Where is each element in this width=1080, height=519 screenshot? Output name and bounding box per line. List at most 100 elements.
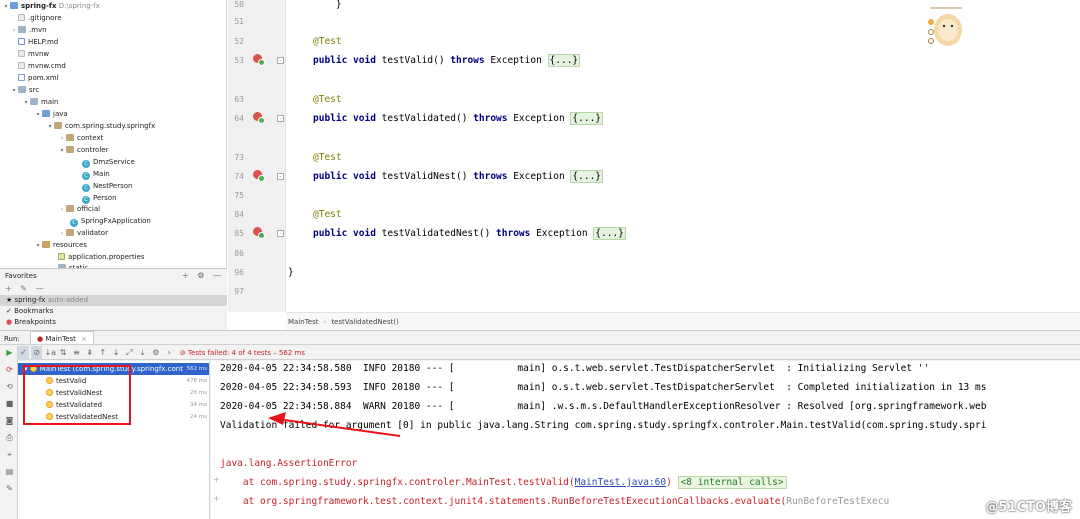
tree-item-validator[interactable]: › validator xyxy=(58,228,108,239)
expand-all-icon[interactable]: ≡ xyxy=(71,346,82,360)
tree-item-src[interactable]: ▾ src xyxy=(10,85,39,96)
show-ignored-icon[interactable]: ⊘ xyxy=(31,346,43,360)
tree-item-dmzservice[interactable]: C DmzService xyxy=(82,157,135,168)
run-test-icon[interactable] xyxy=(253,112,265,124)
breadcrumb-method[interactable]: testValidatedNest() xyxy=(331,318,399,326)
tree-item-mvnw[interactable]: mvnw xyxy=(18,49,49,60)
annotation: @Test xyxy=(313,94,342,105)
tree-item-help-md[interactable]: HELP.md xyxy=(18,37,58,48)
fold-marker-icon[interactable]: + xyxy=(213,494,220,503)
expand-arrow-icon[interactable]: ▾ xyxy=(10,85,18,96)
folder-icon xyxy=(30,98,38,105)
project-tree[interactable]: ▾ spring-fx D:\spring-fx .gitignore › .mvn… xyxy=(0,0,227,268)
tests-status: ⊘ Tests failed: 4 of 4 tests – 562 ms xyxy=(180,349,305,357)
tree-item-label: src xyxy=(29,86,40,94)
line-number: 63 xyxy=(234,95,244,104)
favorites-header-icons: ÷ ⚙ — xyxy=(182,271,221,280)
folded-block[interactable]: {...} xyxy=(570,112,604,125)
import-results-icon[interactable]: ⤓ xyxy=(137,346,148,360)
tree-item-main-class[interactable]: C Main xyxy=(82,169,110,180)
tree-item-resources[interactable]: ▾ resources xyxy=(34,240,87,251)
minimize-icon[interactable]: — xyxy=(213,271,221,280)
folded-block[interactable]: {...} xyxy=(593,227,626,240)
collapse-arrow-icon[interactable]: › xyxy=(10,25,18,36)
favorites-item-spring-fx[interactable]: ★ spring-fx auto-added xyxy=(0,295,227,306)
expand-arrow-icon[interactable]: ▾ xyxy=(2,1,10,12)
favorites-item-breakpoints[interactable]: ● Breakpoints xyxy=(0,317,227,328)
run-test-icon[interactable] xyxy=(253,170,265,182)
expand-arrow-icon[interactable]: ▾ xyxy=(58,145,66,156)
code-editor[interactable]: 50 51 52 53 - 63 64 - 73 74 75 - 84 85 -… xyxy=(228,0,1080,330)
tree-item-main[interactable]: ▾ main xyxy=(22,97,59,108)
split-icon[interactable]: ÷ xyxy=(182,271,189,280)
rerun-icon[interactable]: ▶ xyxy=(5,348,14,357)
source-link[interactable]: MainTest.java:60 xyxy=(575,477,667,488)
collapse-arrow-icon[interactable]: › xyxy=(58,133,66,144)
tree-item-label: context xyxy=(77,134,104,142)
tab-maintest[interactable]: ● MainTest × xyxy=(30,331,94,344)
layout-icon[interactable]: ▤ xyxy=(5,467,14,476)
folded-block[interactable]: {...} xyxy=(547,54,581,67)
tree-item-package[interactable]: ▾ com.spring.study.springfx xyxy=(46,121,155,132)
file-icon xyxy=(18,50,25,57)
expand-arrow-icon[interactable]: ▾ xyxy=(46,121,54,132)
fold-icon[interactable]: - xyxy=(277,230,284,237)
gear-icon[interactable]: ⚙ xyxy=(197,271,204,280)
fold-icon[interactable]: - xyxy=(277,115,284,122)
pin-icon[interactable]: ⌖ xyxy=(5,450,14,459)
tree-item-label: official xyxy=(77,205,101,213)
collapse-all-icon[interactable]: ⇟ xyxy=(84,346,95,360)
export-icon[interactable]: ⎙ xyxy=(5,433,14,442)
remove-icon[interactable]: — xyxy=(36,284,44,293)
edit-icon[interactable]: ✎ xyxy=(20,284,27,293)
pushpin-icon[interactable]: ✎ xyxy=(5,484,14,493)
close-icon[interactable]: × xyxy=(81,335,87,343)
tree-item-java[interactable]: ▾ java xyxy=(34,109,68,120)
sort-alpha-icon[interactable]: ↓a xyxy=(44,346,56,360)
tree-item-person[interactable]: C Person xyxy=(82,193,117,204)
package-icon xyxy=(66,205,74,212)
rerun-failed-icon[interactable]: ⟳ xyxy=(5,365,14,374)
tree-item-application-properties[interactable]: application.properties xyxy=(58,252,145,263)
sort-duration-icon[interactable]: ⇅ xyxy=(58,346,69,360)
tree-item-pom[interactable]: pom.xml xyxy=(18,73,59,84)
source-link[interactable]: RunBeforeTestExecu xyxy=(786,496,889,507)
previous-failed-icon[interactable]: ↑ xyxy=(97,346,108,360)
next-failed-icon[interactable]: ↓ xyxy=(111,346,122,360)
collapse-arrow-icon[interactable]: › xyxy=(58,204,66,215)
expand-arrow-icon[interactable]: ▾ xyxy=(22,97,30,108)
run-test-icon[interactable] xyxy=(253,227,265,239)
show-passed-icon[interactable]: ✓ xyxy=(18,346,29,360)
internal-calls-badge[interactable]: <8 internal calls> xyxy=(677,476,787,489)
arrow-icon[interactable]: › xyxy=(164,346,175,360)
code-line: @Test xyxy=(313,152,342,163)
tree-item-label: com.spring.study.springfx xyxy=(65,122,156,130)
settings-icon[interactable]: ⚙ xyxy=(150,346,161,360)
export-results-icon[interactable]: ⤢ xyxy=(124,346,135,360)
expand-arrow-icon[interactable]: ▾ xyxy=(34,240,42,251)
folded-block[interactable]: {...} xyxy=(570,170,604,183)
tree-root[interactable]: ▾ spring-fx D:\spring-fx xyxy=(2,1,100,12)
tree-item-official[interactable]: › official xyxy=(58,204,100,215)
breadcrumb-class[interactable]: MainTest xyxy=(288,318,319,326)
tree-item-springfxapplication[interactable]: C SpringFxApplication xyxy=(70,216,151,227)
run-test-icon[interactable] xyxy=(253,54,265,66)
stop-icon[interactable]: ■ xyxy=(5,399,14,408)
tree-item-mvn[interactable]: › .mvn xyxy=(10,25,47,36)
tree-item-controler[interactable]: ▾ controler xyxy=(58,145,108,156)
tree-item-gitignore[interactable]: .gitignore xyxy=(18,13,62,24)
tree-item-label: validator xyxy=(77,229,108,237)
add-icon[interactable]: + xyxy=(5,284,12,293)
code-line: public void testValid() throws Exception… xyxy=(313,54,581,67)
toggle-autotest-icon[interactable]: ⟲ xyxy=(5,382,14,391)
camera-icon[interactable]: ◙ xyxy=(5,416,14,425)
fold-marker-icon[interactable]: + xyxy=(213,475,220,484)
fold-icon[interactable]: - xyxy=(277,173,284,180)
tree-item-context[interactable]: › context xyxy=(58,133,103,144)
fold-icon[interactable]: - xyxy=(277,57,284,64)
expand-arrow-icon[interactable]: ▾ xyxy=(34,109,42,120)
favorites-item-bookmarks[interactable]: ✓ Bookmarks xyxy=(0,306,227,317)
tree-item-mvnw-cmd[interactable]: mvnw.cmd xyxy=(18,61,66,72)
tree-item-nestperson[interactable]: C NestPerson xyxy=(82,181,132,192)
collapse-arrow-icon[interactable]: › xyxy=(58,228,66,239)
